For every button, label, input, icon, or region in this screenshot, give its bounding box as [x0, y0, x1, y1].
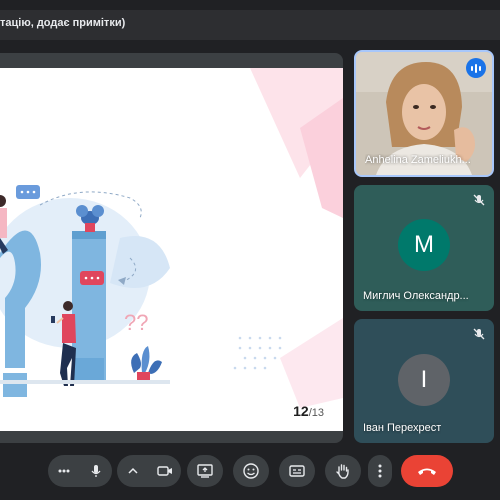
emoji-icon — [243, 463, 259, 479]
leave-call-button[interactable] — [401, 455, 453, 487]
more-options-button[interactable] — [368, 455, 392, 487]
participant-name: Миглич Олександр... — [363, 290, 469, 302]
closed-captions-icon — [289, 465, 305, 477]
audio-controls-group — [48, 455, 112, 487]
slide-page-counter: 12/13 — [293, 403, 324, 419]
captions-button[interactable] — [279, 455, 315, 487]
participant-name: Anhelina Zameliukh... — [365, 154, 471, 166]
present-button[interactable] — [187, 455, 223, 487]
more-horizontal-icon[interactable] — [48, 455, 80, 487]
avatar: M — [398, 219, 450, 272]
meet-window: тацію, додає примітки) ?? 12/13 Anhelina… — [0, 0, 500, 500]
hand-icon — [336, 464, 349, 479]
participant-tile-anhelina[interactable]: Anhelina Zameliukh... — [354, 50, 494, 177]
more-vertical-icon — [378, 464, 382, 478]
reactions-button[interactable] — [233, 455, 269, 487]
avatar: І — [398, 353, 450, 406]
present-screen-icon — [197, 464, 213, 478]
slide-total-pages: /13 — [308, 407, 324, 419]
mic-off-icon — [473, 328, 485, 340]
slide-current-page: 12 — [293, 403, 309, 419]
presentation-banner-title: тацію, додає примітки) — [0, 17, 126, 29]
chevron-up-icon[interactable] — [117, 455, 149, 487]
participant-tile-ivan[interactable]: І Іван Перехрест — [354, 319, 494, 443]
slide-illustration: ?? — [0, 68, 343, 408]
presentation-slide: ?? 12/13 — [0, 68, 343, 431]
raise-hand-button[interactable] — [325, 455, 361, 487]
participant-name: Іван Перехрест — [363, 422, 442, 434]
videocam-icon[interactable] — [149, 455, 181, 487]
speaking-indicator-icon — [466, 58, 486, 78]
presentation-area[interactable]: ?? 12/13 — [0, 53, 343, 443]
mic-off-icon — [473, 194, 485, 206]
slide-question-marks: ?? — [124, 310, 148, 335]
camera-controls-group — [117, 455, 181, 487]
microphone-icon[interactable] — [80, 455, 112, 487]
phone-hangup-icon — [418, 468, 436, 475]
participant-tile-myhlych[interactable]: M Миглич Олександр... — [354, 185, 494, 311]
presentation-banner: тацію, додає примітки) — [0, 10, 500, 40]
